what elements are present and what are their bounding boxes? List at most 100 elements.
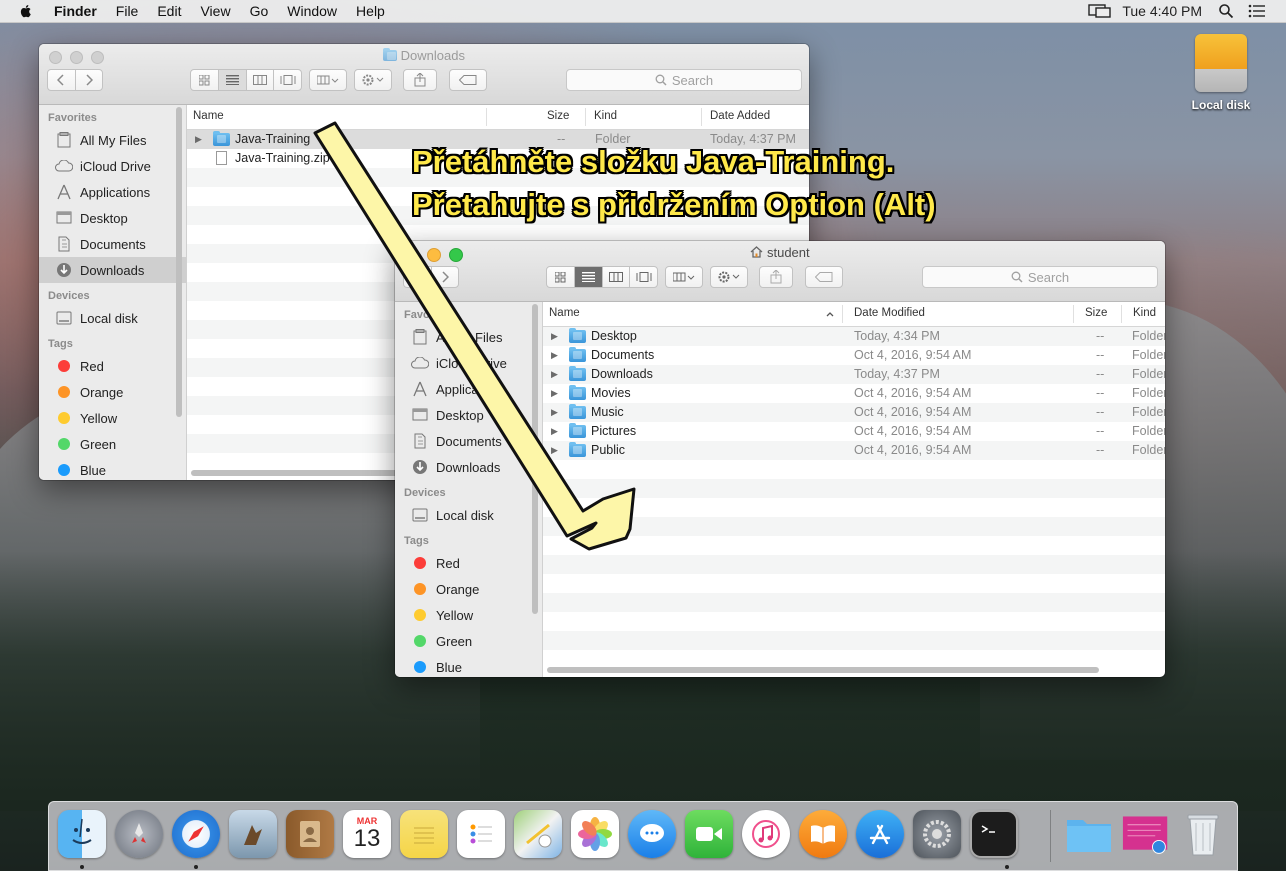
column-kind[interactable]: Kind: [1133, 307, 1156, 319]
dock-safari-icon[interactable]: [172, 810, 220, 858]
share-button[interactable]: [759, 266, 793, 288]
dock-trash-icon[interactable]: [1179, 810, 1227, 858]
sidebar-item-desktop[interactable]: Desktop: [39, 205, 186, 231]
disclosure-triangle-icon[interactable]: ▶: [551, 369, 558, 380]
search-field[interactable]: Search: [566, 69, 802, 91]
dock-preview-icon[interactable]: [1122, 810, 1170, 858]
sidebar-tag-red[interactable]: Red: [395, 550, 542, 576]
arrange-button[interactable]: [665, 266, 703, 288]
search-field[interactable]: Search: [922, 266, 1158, 288]
disclosure-triangle-icon[interactable]: ▶: [551, 426, 558, 437]
table-row[interactable]: ▶ Public Oct 4, 2016, 9:54 AM -- Folder: [543, 441, 1165, 460]
disclosure-triangle-icon[interactable]: ▶: [551, 388, 558, 399]
cover-flow-button[interactable]: [274, 70, 301, 90]
action-button[interactable]: [354, 69, 392, 91]
sidebar-tag-yellow[interactable]: Yellow: [39, 405, 186, 431]
dock-photos-icon[interactable]: [571, 810, 619, 858]
dock-contacts-icon[interactable]: [286, 810, 334, 858]
dock-downloads-folder-icon[interactable]: [1065, 810, 1113, 858]
disclosure-triangle-icon[interactable]: ▶: [551, 350, 558, 361]
spotlight-search-icon[interactable]: [1218, 3, 1234, 19]
dock-system-preferences-icon[interactable]: [913, 810, 961, 858]
sidebar-tag-yellow[interactable]: Yellow: [395, 602, 542, 628]
column-name[interactable]: Name: [193, 110, 224, 122]
menu-clock[interactable]: Tue 4:40 PM: [1122, 3, 1202, 19]
sidebar-item-icloud-drive[interactable]: iCloud Drive: [39, 153, 186, 179]
table-row[interactable]: ▶ Documents Oct 4, 2016, 9:54 AM -- Fold…: [543, 346, 1165, 365]
sidebar-tag-orange[interactable]: Orange: [39, 379, 186, 405]
menu-go[interactable]: Go: [250, 3, 269, 19]
list-view-button[interactable]: [218, 70, 247, 90]
horizontal-scrollbar[interactable]: [547, 667, 1099, 673]
sidebar-item-local-disk[interactable]: Local disk: [395, 502, 542, 528]
sidebar-scrollbar[interactable]: [176, 107, 182, 417]
menu-window[interactable]: Window: [287, 3, 337, 19]
dock-ibooks-icon[interactable]: [799, 810, 847, 858]
column-date-added[interactable]: Date Added: [710, 110, 770, 122]
dock-app-store-icon[interactable]: [856, 810, 904, 858]
column-view-button[interactable]: [603, 267, 631, 287]
menu-edit[interactable]: Edit: [157, 3, 181, 19]
dock-terminal-icon[interactable]: [970, 810, 1018, 858]
dock-facetime-icon[interactable]: [685, 810, 733, 858]
table-row[interactable]: ▶ Pictures Oct 4, 2016, 9:54 AM -- Folde…: [543, 422, 1165, 441]
menu-file[interactable]: File: [116, 3, 139, 19]
column-date-modified[interactable]: Date Modified: [854, 307, 925, 319]
sidebar-item-applications[interactable]: Applications: [395, 376, 542, 402]
forward-button[interactable]: [432, 267, 459, 287]
sidebar-item-applications[interactable]: Applications: [39, 179, 186, 205]
horizontal-scrollbar[interactable]: [191, 470, 401, 476]
notification-center-icon[interactable]: [1248, 4, 1266, 18]
table-row[interactable]: ▶ Music Oct 4, 2016, 9:54 AM -- Folder: [543, 403, 1165, 422]
action-button[interactable]: [710, 266, 748, 288]
sidebar-tag-blue[interactable]: Blue: [395, 654, 542, 677]
back-button[interactable]: [404, 267, 432, 287]
sidebar-item-desktop[interactable]: Desktop: [395, 402, 542, 428]
dock-itunes-icon[interactable]: [742, 810, 790, 858]
apple-menu-icon[interactable]: [18, 3, 34, 19]
column-name[interactable]: Name: [549, 307, 580, 319]
dock-reminders-icon[interactable]: [457, 810, 505, 858]
dock-maps-icon[interactable]: [514, 810, 562, 858]
forward-button[interactable]: [76, 70, 103, 90]
airplay-display-icon[interactable]: [1088, 3, 1112, 19]
sidebar-item-downloads[interactable]: Downloads: [39, 257, 186, 283]
sidebar-scrollbar[interactable]: [532, 304, 538, 614]
tags-button[interactable]: [449, 69, 487, 91]
icon-view-button[interactable]: [191, 70, 219, 90]
dock-mail-icon[interactable]: [229, 810, 277, 858]
sidebar-item-icloud-drive[interactable]: iCloud Drive: [395, 350, 542, 376]
icon-view-button[interactable]: [547, 267, 575, 287]
tags-button[interactable]: [805, 266, 843, 288]
dock-launchpad-icon[interactable]: [115, 810, 163, 858]
sidebar-item-documents[interactable]: Documents: [395, 428, 542, 454]
menu-help[interactable]: Help: [356, 3, 385, 19]
sidebar-tag-red[interactable]: Red: [39, 353, 186, 379]
sidebar-tag-green[interactable]: Green: [39, 431, 186, 457]
column-kind[interactable]: Kind: [594, 110, 617, 122]
desktop-local-disk[interactable]: Local disk: [1188, 34, 1254, 112]
dock-messages-icon[interactable]: [628, 810, 676, 858]
list-view-button[interactable]: [574, 267, 603, 287]
disclosure-triangle-icon[interactable]: ▶: [551, 331, 558, 342]
dock-calendar-icon[interactable]: MAR 13: [343, 810, 391, 858]
sidebar-tag-blue[interactable]: Blue: [39, 457, 186, 480]
finder-window-student[interactable]: student Search Favorites All My Files iC…: [395, 241, 1165, 677]
column-view-button[interactable]: [247, 70, 275, 90]
disclosure-triangle-icon[interactable]: ▶: [195, 134, 202, 145]
cover-flow-button[interactable]: [630, 267, 657, 287]
sidebar-tag-orange[interactable]: Orange: [395, 576, 542, 602]
sidebar-item-documents[interactable]: Documents: [39, 231, 186, 257]
share-button[interactable]: [403, 69, 437, 91]
dock-notes-icon[interactable]: [400, 810, 448, 858]
column-size[interactable]: Size: [1085, 307, 1107, 319]
disclosure-triangle-icon[interactable]: ▶: [551, 407, 558, 418]
sidebar-item-all-my-files[interactable]: All My Files: [39, 127, 186, 153]
sidebar-item-downloads[interactable]: Downloads: [395, 454, 542, 480]
sidebar-item-local-disk[interactable]: Local disk: [39, 305, 186, 331]
arrange-button[interactable]: [309, 69, 347, 91]
dock-finder-icon[interactable]: [58, 810, 106, 858]
table-row[interactable]: ▶ Movies Oct 4, 2016, 9:54 AM -- Folder: [543, 384, 1165, 403]
sidebar-tag-green[interactable]: Green: [395, 628, 542, 654]
table-row[interactable]: ▶ Desktop Today, 4:34 PM -- Folder: [543, 327, 1165, 346]
